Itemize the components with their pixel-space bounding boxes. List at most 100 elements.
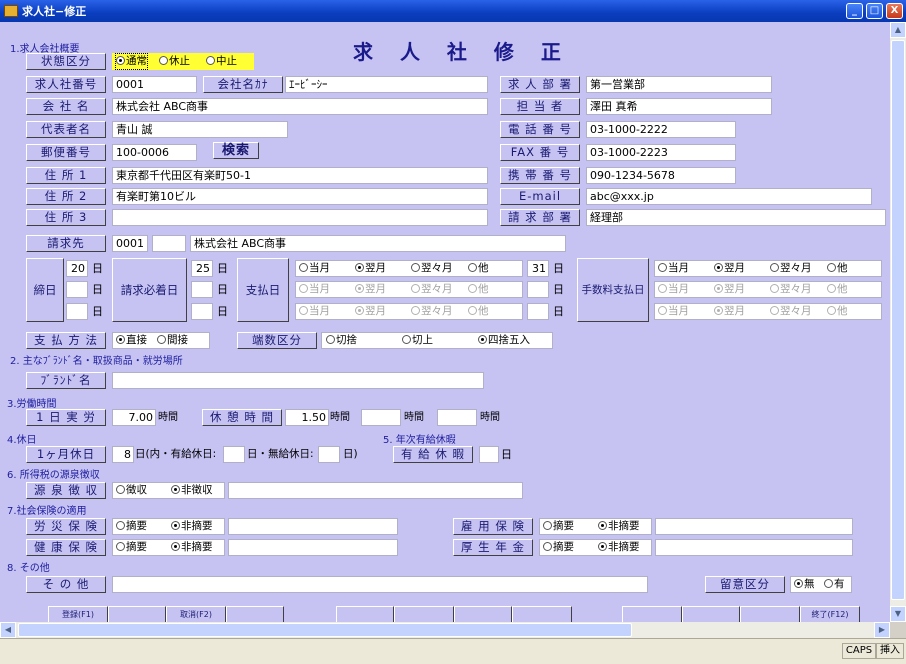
vertical-scroll-thumb[interactable]	[891, 40, 905, 600]
kenko-note[interactable]	[228, 539, 398, 556]
exit-button[interactable]: 終了(F12)	[800, 606, 860, 622]
kosei-group-opt-2[interactable]: 非摘要	[598, 540, 640, 555]
horizontal-scroll-thumb[interactable]	[18, 623, 632, 637]
fee-radio-row-1-opt-3[interactable]: 翌々月	[770, 261, 812, 276]
scroll-right-icon[interactable]: ▶	[874, 622, 890, 638]
horizontal-scrollbar[interactable]: ◀ ▶	[0, 622, 890, 638]
mobile-label[interactable]: 携 帯 番 号	[500, 167, 580, 184]
kenko-label[interactable]: 健 康 保 険	[26, 539, 106, 556]
fax-label[interactable]: FAX 番 号	[500, 144, 580, 161]
billing-dept-field[interactable]: 経理部	[586, 209, 886, 226]
rounding-label[interactable]: 端数区分	[237, 332, 317, 349]
rosai-group-opt-2[interactable]: 非摘要	[171, 519, 213, 534]
fee-radio-row-2-opt-3[interactable]: 翌々月	[770, 282, 812, 297]
status-radio-normal[interactable]: 通常	[115, 53, 148, 70]
f10-button[interactable]	[682, 606, 740, 622]
brand-label[interactable]: ﾌﾞﾗﾝﾄﾞ名	[26, 372, 106, 389]
search-button[interactable]: 検索	[213, 142, 259, 159]
koyo-note[interactable]	[655, 518, 853, 535]
rep-field[interactable]: 青山 誠	[112, 121, 288, 138]
pay-method-direct[interactable]: 直接	[116, 333, 147, 348]
pay-radio-row-3-opt-4[interactable]: 他	[468, 304, 489, 319]
bill-to-label[interactable]: 請求先	[26, 235, 106, 252]
kenko-group-opt-2[interactable]: 非摘要	[171, 540, 213, 555]
zip-label[interactable]: 郵便番号	[26, 144, 106, 161]
koyo-group-opt-2[interactable]: 非摘要	[598, 519, 640, 534]
caution-none[interactable]: 無	[794, 577, 815, 592]
fee-radio-row-1-opt-1[interactable]: 当月	[658, 261, 689, 276]
paid-holiday-field[interactable]	[223, 446, 245, 463]
company-name-field[interactable]: 株式会社 ABC商事	[112, 98, 488, 115]
kenko-group-opt-1[interactable]: 摘要	[116, 540, 147, 555]
withholding-collect[interactable]: 徴収	[116, 483, 147, 498]
closing-label[interactable]: 締日	[26, 258, 64, 322]
must-day-3[interactable]	[191, 303, 213, 320]
pay-radio-row-3-opt-3[interactable]: 翌々月	[411, 304, 453, 319]
fax-field[interactable]: 03-1000-2223	[586, 144, 736, 161]
email-label[interactable]: E-mail	[500, 188, 580, 205]
cancel-button[interactable]: 取消(F2)	[166, 606, 226, 622]
fee-pay-label[interactable]: 手数料支払日	[577, 258, 649, 322]
kana-label[interactable]: 会社名ｶﾅ	[203, 76, 283, 93]
rep-label[interactable]: 代表者名	[26, 121, 106, 138]
person-field[interactable]: 澤田 真希	[586, 98, 772, 115]
extra-hours-1[interactable]	[361, 409, 401, 426]
f6-button[interactable]	[394, 606, 454, 622]
pay-day-3[interactable]	[527, 303, 549, 320]
kosei-note[interactable]	[655, 539, 853, 556]
withholding-label[interactable]: 源 泉 徴 収	[26, 482, 106, 499]
maximize-button[interactable]: □	[866, 3, 883, 19]
pay-radio-row-1-opt-3[interactable]: 翌々月	[411, 261, 453, 276]
rosai-note[interactable]	[228, 518, 398, 535]
scroll-left-icon[interactable]: ◀	[0, 622, 16, 638]
f9-button[interactable]	[622, 606, 682, 622]
dept-field[interactable]: 第一営業部	[586, 76, 772, 93]
rosai-label[interactable]: 労 災 保 険	[26, 518, 106, 535]
rest-field[interactable]: 1.50	[285, 409, 329, 426]
email-field[interactable]: abc@xxx.jp	[586, 188, 872, 205]
f2-spare-button[interactable]	[108, 606, 166, 622]
fee-radio-row-3-opt-1[interactable]: 当月	[658, 304, 689, 319]
pay-radio-row-3-opt-1[interactable]: 当月	[299, 304, 330, 319]
addr3-field[interactable]	[112, 209, 488, 226]
koyo-group-opt-1[interactable]: 摘要	[543, 519, 574, 534]
fee-radio-row-2-opt-4[interactable]: 他	[827, 282, 848, 297]
pay-radio-row-1-opt-1[interactable]: 当月	[299, 261, 330, 276]
kosei-group-opt-1[interactable]: 摘要	[543, 540, 574, 555]
tel-field[interactable]: 03-1000-2222	[586, 121, 736, 138]
scroll-down-icon[interactable]: ▼	[890, 606, 906, 622]
pay-radio-row-2-opt-1[interactable]: 当月	[299, 282, 330, 297]
closing-day-3[interactable]	[66, 303, 88, 320]
fee-radio-row-2-opt-1[interactable]: 当月	[658, 282, 689, 297]
person-label[interactable]: 担 当 者	[500, 98, 580, 115]
fee-radio-row-3-opt-2[interactable]: 翌月	[714, 304, 745, 319]
rounding-ceil[interactable]: 切上	[402, 333, 433, 348]
status-radio-pause[interactable]: 休止	[159, 54, 190, 69]
pay-day-1[interactable]: 31	[527, 260, 549, 277]
monthly-holiday-label[interactable]: 1ヶ月休日	[26, 446, 106, 463]
f5-button[interactable]	[336, 606, 394, 622]
addr1-field[interactable]: 東京都千代田区有楽町50-1	[112, 167, 488, 184]
paid-leave-label[interactable]: 有 給 休 暇	[393, 446, 473, 463]
fee-radio-row-3-opt-4[interactable]: 他	[827, 304, 848, 319]
work-hours-field[interactable]: 7.00	[112, 409, 156, 426]
pay-radio-row-2-opt-2[interactable]: 翌月	[355, 282, 386, 297]
pay-radio-row-3-opt-2[interactable]: 翌月	[355, 304, 386, 319]
pay-radio-row-2-opt-4[interactable]: 他	[468, 282, 489, 297]
pay-day-2[interactable]	[527, 281, 549, 298]
fee-radio-row-1-opt-4[interactable]: 他	[827, 261, 848, 276]
fee-radio-row-1-opt-2[interactable]: 翌月	[714, 261, 745, 276]
zip-field[interactable]: 100-0006	[112, 144, 197, 161]
other-label[interactable]: そ の 他	[26, 576, 106, 593]
addr2-field[interactable]: 有楽町第10ビル	[112, 188, 488, 205]
pay-radio-row-1-opt-4[interactable]: 他	[468, 261, 489, 276]
pay-radio-row-2-opt-3[interactable]: 翌々月	[411, 282, 453, 297]
pay-radio-row-1-opt-2[interactable]: 翌月	[355, 261, 386, 276]
f11-button[interactable]	[740, 606, 800, 622]
minimize-button[interactable]: _	[846, 3, 863, 19]
dept-label[interactable]: 求 人 部 署	[500, 76, 580, 93]
billing-dept-label[interactable]: 請 求 部 署	[500, 209, 580, 226]
rosai-group-opt-1[interactable]: 摘要	[116, 519, 147, 534]
addr3-label[interactable]: 住 所 3	[26, 209, 106, 226]
bill-to-name[interactable]: 株式会社 ABC商事	[190, 235, 566, 252]
